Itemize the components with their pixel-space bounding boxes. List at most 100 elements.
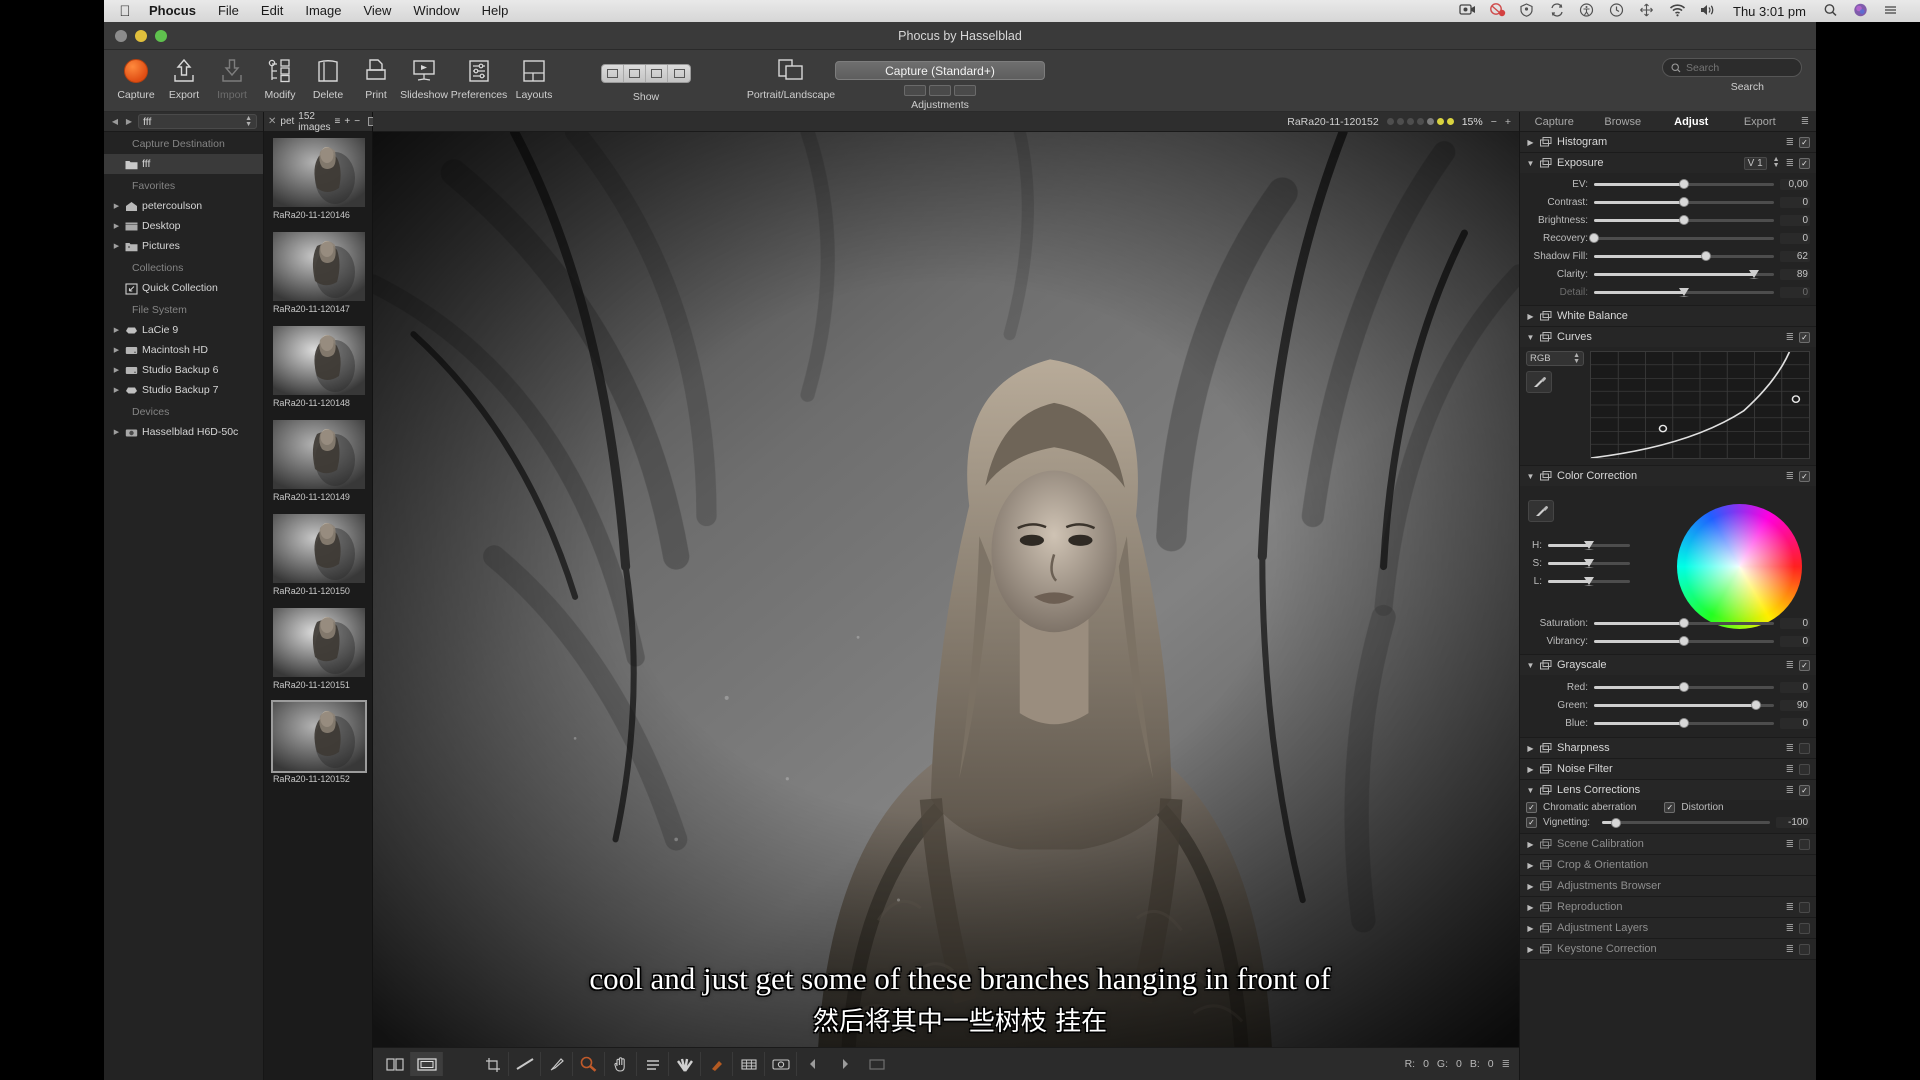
chevron-down-icon[interactable]: ▼ <box>1526 159 1535 168</box>
chevron-down-icon[interactable]: ▼ <box>1526 333 1535 342</box>
eyedropper-icon[interactable] <box>1528 500 1554 522</box>
section-enable-checkbox[interactable]: ✓ <box>1799 901 1810 913</box>
import-button[interactable]: Import <box>208 54 256 101</box>
zoom-out-button[interactable]: − <box>1491 116 1497 128</box>
rating-dot-2[interactable] <box>1396 118 1404 125</box>
section-adjustments-browser-header[interactable]: ▶ Adjustments Browser <box>1520 876 1816 896</box>
sidebar-item-quick-collection[interactable]: Quick Collection <box>104 278 263 298</box>
zoom-in-button[interactable]: + <box>1505 116 1511 128</box>
section-enable-checkbox[interactable]: ✓ <box>1799 943 1810 955</box>
show-control[interactable]: Show <box>601 54 691 103</box>
color-saturation-slider[interactable] <box>1594 618 1774 628</box>
chevron-right-icon[interactable]: ▶ <box>1526 765 1535 774</box>
disclosure-triangle-icon[interactable]: ▶ <box>112 386 121 394</box>
disclosure-triangle-icon[interactable]: ▶ <box>112 346 121 354</box>
section-menu-icon[interactable]: ≣ <box>1786 839 1794 850</box>
tab-adjust[interactable]: Adjust <box>1657 112 1726 132</box>
sidebar-item-hasselblad-h6d-50c[interactable]: ▶ Hasselblad H6D-50c <box>104 422 263 442</box>
rating-dot-3[interactable] <box>1406 118 1414 125</box>
section-keystone-correction-header[interactable]: ▶ Keystone Correction ≣ ✓ <box>1520 939 1816 959</box>
sidebar-item-fff[interactable]: fff <box>104 154 263 174</box>
color-saturation-value[interactable]: 0 <box>1780 617 1810 629</box>
section-menu-icon[interactable]: ≣ <box>1786 764 1794 775</box>
prev-image-icon[interactable] <box>797 1052 829 1076</box>
menu-item-file[interactable]: File <box>207 0 250 22</box>
copy-settings-icon[interactable] <box>1540 860 1552 870</box>
section-exposure-header[interactable]: ▼ Exposure V 1 ▲ ▼ ≣ ✓ <box>1520 153 1816 173</box>
adjustments-mini-3[interactable] <box>954 85 976 96</box>
copy-settings-icon[interactable] <box>1540 902 1552 912</box>
apple-logo-icon[interactable]:  <box>112 4 138 19</box>
section-adjustment-layers-header[interactable]: ▶ Adjustment Layers ≣ ✓ <box>1520 918 1816 938</box>
security-icon[interactable] <box>1519 3 1536 19</box>
plus-icon[interactable]: + <box>344 116 350 127</box>
chevron-down-icon[interactable]: ▼ <box>1526 472 1535 481</box>
layouts-button[interactable]: Layouts <box>510 54 558 101</box>
exposure-brightness-slider[interactable] <box>1594 215 1774 225</box>
exposure-detail-slider[interactable] <box>1594 287 1774 297</box>
menu-item-edit[interactable]: Edit <box>250 0 294 22</box>
section-color-correction-header[interactable]: ▼ Color Correction ≣ ✓ <box>1520 466 1816 486</box>
menu-item-help[interactable]: Help <box>471 0 520 22</box>
exposure-contrast-slider[interactable] <box>1594 197 1774 207</box>
thumbnail-item[interactable]: RaRa20-11-120146 <box>264 138 372 220</box>
section-crop-orientation-header[interactable]: ▶ Crop & Orientation <box>1520 855 1816 875</box>
rating-dot-7[interactable] <box>1446 118 1454 125</box>
time-machine-icon[interactable] <box>1609 3 1626 19</box>
copy-settings-icon[interactable] <box>1540 311 1552 321</box>
photo-canvas[interactable] <box>373 132 1519 1047</box>
sidebar-back-icon[interactable]: ◀ <box>110 117 120 126</box>
thumbnail-item[interactable]: RaRa20-11-120148 <box>264 326 372 408</box>
rating-dots[interactable] <box>1386 118 1454 125</box>
chevron-right-icon[interactable]: ▶ <box>1526 924 1535 933</box>
copy-settings-icon[interactable] <box>1540 332 1552 342</box>
modify-button[interactable]: Modify <box>256 54 304 101</box>
section-menu-icon[interactable]: ≣ <box>1786 944 1794 955</box>
delete-button[interactable]: Delete <box>304 54 352 101</box>
thumbnail-list[interactable]: RaRa20-11-120146 RaRa20-11-120147 RaRa20-1… <box>264 132 372 784</box>
copy-settings-icon[interactable] <box>1540 471 1552 481</box>
color-vibrancy-slider[interactable] <box>1594 636 1774 646</box>
chevron-right-icon[interactable]: ▶ <box>1526 861 1535 870</box>
minus-icon[interactable]: − <box>354 116 360 127</box>
section-menu-icon[interactable]: ≣ <box>1786 137 1794 148</box>
section-enable-checkbox[interactable]: ✓ <box>1799 157 1810 169</box>
panel-menu-icon[interactable]: ≣ <box>1794 116 1816 127</box>
tab-export[interactable]: Export <box>1726 112 1795 132</box>
close-icon[interactable]: ✕ <box>268 116 276 127</box>
search-input[interactable] <box>1686 61 1793 74</box>
fan-tool-icon[interactable] <box>669 1052 701 1076</box>
accessibility-icon[interactable] <box>1579 3 1596 19</box>
section-curves-header[interactable]: ▼ Curves ≣ ✓ <box>1520 327 1816 347</box>
thumbnail-image[interactable] <box>271 700 367 773</box>
section-enable-checkbox[interactable]: ✓ <box>1799 331 1810 343</box>
grayscale-green-value[interactable]: 90 <box>1780 699 1810 711</box>
export-button[interactable]: Export <box>160 54 208 101</box>
tab-capture[interactable]: Capture <box>1520 112 1589 132</box>
retouch-brush-icon[interactable] <box>541 1052 573 1076</box>
eyedropper-icon[interactable] <box>1526 371 1552 393</box>
record-active-icon[interactable] <box>1489 3 1506 19</box>
chevron-right-icon[interactable]: ▶ <box>1526 744 1535 753</box>
section-histogram-header[interactable]: ▶ Histogram ≣ ✓ <box>1520 132 1816 152</box>
print-button[interactable]: Print <box>352 54 400 101</box>
sidebar-item-pictures[interactable]: ▶ Pictures <box>104 236 263 256</box>
copy-settings-icon[interactable] <box>1540 785 1552 795</box>
exposure-ev-value[interactable]: 0,00 <box>1780 178 1810 190</box>
disclosure-triangle-icon[interactable]: ▶ <box>112 428 121 436</box>
disclosure-triangle-icon[interactable]: ▶ <box>112 242 121 250</box>
color-vibrancy-value[interactable]: 0 <box>1780 635 1810 647</box>
sidebar-forward-icon[interactable]: ▶ <box>124 117 134 126</box>
straighten-tool-icon[interactable] <box>509 1052 541 1076</box>
slideshow-button[interactable]: Slideshow <box>400 54 448 101</box>
capture-mode-button[interactable]: Capture (Standard+) <box>835 61 1045 80</box>
curves-graph[interactable] <box>1590 351 1810 459</box>
expand-icon[interactable] <box>1639 3 1656 19</box>
screen-recording-icon[interactable] <box>1459 3 1476 19</box>
crop-tool-icon[interactable] <box>477 1052 509 1076</box>
thumbnail-item[interactable]: RaRa20-11-120150 <box>264 514 372 596</box>
search-icon[interactable] <box>1823 3 1840 19</box>
sidebar-item-studio-backup-7[interactable]: ▶ Studio Backup 7 <box>104 380 263 400</box>
section-sharpness-header[interactable]: ▶ Sharpness ≣ ✓ <box>1520 738 1816 758</box>
show-seg-2[interactable] <box>624 64 646 82</box>
